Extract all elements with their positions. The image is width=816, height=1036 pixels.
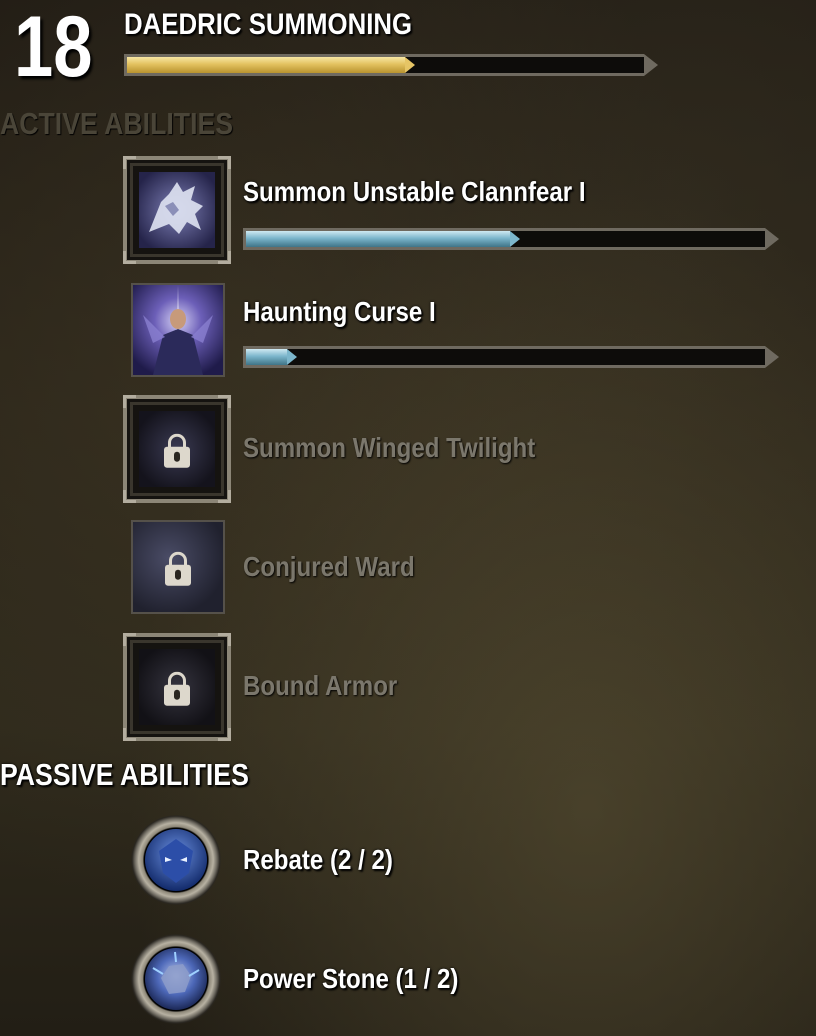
ability-name: Bound Armor	[243, 670, 398, 701]
passive-slot-rebate[interactable]	[129, 813, 223, 907]
clannfear-icon	[139, 172, 215, 248]
rebate-icon	[145, 829, 207, 891]
ability-progress-bar	[243, 224, 779, 254]
power-stone-icon	[145, 948, 207, 1010]
passive-abilities-header: PASSIVE ABILITIES	[0, 757, 249, 792]
ability-progress-fill	[246, 349, 297, 365]
skill-xp-fill	[127, 57, 415, 73]
lock-icon	[164, 671, 190, 706]
passive-slot-power-stone[interactable]	[129, 932, 223, 1026]
ability-name: Haunting Curse I	[243, 296, 436, 327]
ability-progress-fill	[246, 231, 520, 247]
passive-name: Power Stone (1 / 2)	[243, 963, 459, 994]
ability-slot-conjured-ward[interactable]	[131, 520, 225, 614]
skill-xp-bar	[124, 50, 658, 80]
ability-name: Conjured Ward	[243, 551, 415, 582]
skill-rank: 18	[14, 0, 93, 95]
ability-name: Summon Winged Twilight	[243, 432, 536, 463]
active-abilities-header: ACTIVE ABILITIES	[0, 106, 234, 141]
ability-slot-haunting-curse[interactable]	[131, 283, 225, 377]
ability-slot-bound-armor[interactable]	[123, 633, 231, 741]
ability-slot-winged-twilight[interactable]	[123, 395, 231, 503]
lock-icon	[165, 551, 191, 586]
ability-slot-clannfear[interactable]	[123, 156, 231, 264]
skill-line-name: DAEDRIC SUMMONING	[124, 8, 413, 41]
ability-progress-bar	[243, 342, 779, 372]
ability-name: Summon Unstable Clannfear I	[243, 176, 586, 207]
haunting-curse-icon	[131, 283, 225, 377]
lock-icon	[164, 433, 190, 468]
passive-name: Rebate (2 / 2)	[243, 844, 393, 875]
